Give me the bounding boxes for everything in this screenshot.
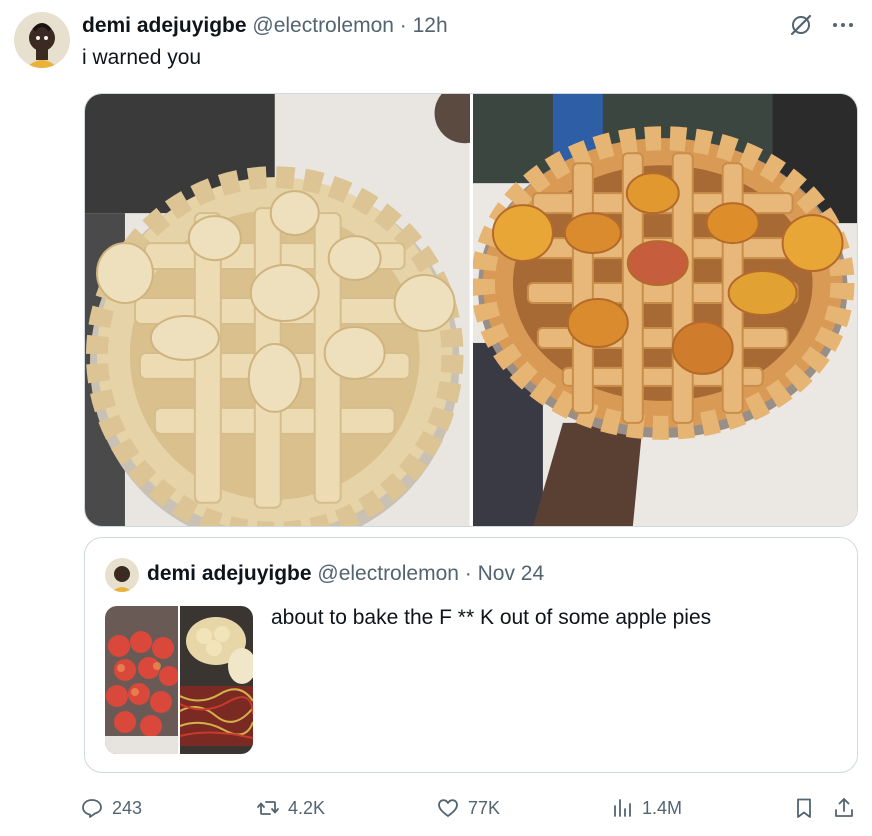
repost-count: 4.2K — [288, 797, 326, 818]
action-bar: 243 4.2K 77K 1.4M — [80, 790, 856, 826]
reply-button[interactable]: 243 — [80, 796, 142, 820]
repost-icon — [257, 801, 279, 815]
share-icon — [835, 798, 853, 817]
quoted-display-name: demi adejuyigbe — [147, 562, 312, 585]
views-button[interactable]: 1.4M — [610, 796, 682, 820]
grok-icon[interactable] — [788, 12, 814, 38]
handle[interactable]: @electrolemon — [252, 14, 394, 37]
tweet-header: demi adejuyigbe @electrolemon · 12h — [82, 13, 448, 39]
share-button[interactable] — [832, 796, 856, 820]
bookmark-button[interactable] — [792, 796, 816, 820]
views-count: 1.4M — [642, 797, 683, 818]
repost-button[interactable]: 4.2K — [256, 796, 325, 820]
right-actions — [792, 796, 856, 820]
quoted-avatar[interactable] — [105, 558, 139, 592]
media-image-unbaked-pie[interactable] — [85, 94, 470, 526]
tweet-text: i warned you — [82, 46, 202, 69]
avatar[interactable] — [14, 12, 70, 68]
heart-icon — [438, 799, 458, 817]
bookmark-icon — [797, 798, 811, 818]
quoted-handle: @electrolemon — [317, 562, 459, 585]
like-button[interactable]: 77K — [436, 796, 500, 820]
reply-count: 243 — [112, 797, 143, 818]
quoted-header: demi adejuyigbe @electrolemon · Nov 24 — [147, 560, 544, 588]
separator: · — [393, 14, 413, 37]
quoted-tweet[interactable]: demi adejuyigbe @electrolemon · Nov 24 a… — [84, 537, 858, 773]
quoted-text: about to bake the F ** K out of some app… — [271, 606, 712, 629]
quoted-media-apples[interactable] — [105, 606, 178, 754]
media-grid — [84, 93, 858, 527]
more-icon[interactable] — [830, 12, 856, 38]
media-image-baked-pie[interactable] — [472, 94, 857, 526]
timestamp[interactable]: 12h — [413, 14, 448, 37]
quoted-timestamp: Nov 24 — [477, 562, 545, 585]
quoted-media — [105, 606, 253, 754]
top-right-actions — [788, 12, 856, 38]
like-count: 77K — [468, 797, 501, 818]
views-icon — [614, 799, 631, 817]
quoted-media-peeled-apples[interactable] — [180, 606, 253, 754]
reply-icon — [82, 799, 102, 818]
quoted-separator: · — [458, 562, 478, 585]
display-name[interactable]: demi adejuyigbe — [82, 14, 247, 37]
